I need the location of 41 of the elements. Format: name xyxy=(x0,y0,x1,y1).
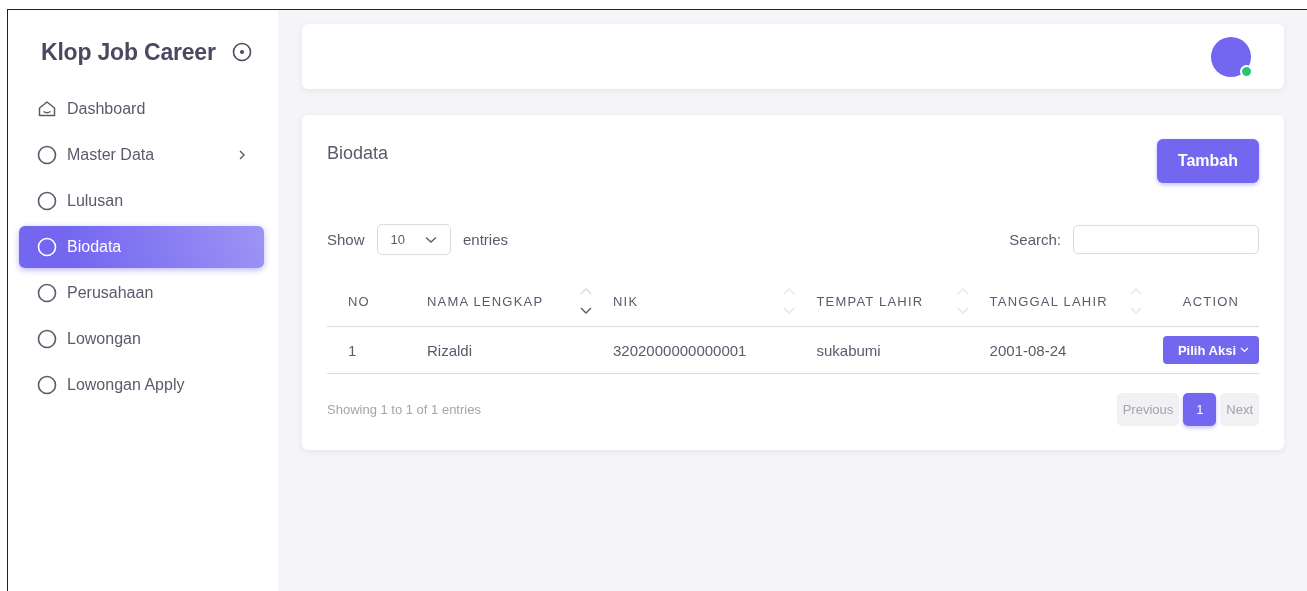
column-header[interactable]: TANGGAL LAHIR xyxy=(989,293,1108,309)
column-header[interactable]: NAMA LENGKAP xyxy=(427,293,544,309)
home-icon xyxy=(37,99,57,119)
chevron-down-icon xyxy=(425,235,437,244)
sidebar-item[interactable]: Lowongan Apply xyxy=(19,364,264,406)
avatar-icon[interactable] xyxy=(1211,36,1251,77)
column-header[interactable]: TEMPAT LAHIR xyxy=(816,293,924,309)
card-title: Biodata xyxy=(327,143,389,164)
circle-icon xyxy=(37,375,57,395)
table-cell: Rizaldi xyxy=(427,341,472,359)
circle-icon xyxy=(37,145,57,165)
search-field[interactable] xyxy=(1073,225,1259,254)
table-cell: 1 xyxy=(348,341,357,359)
column-header[interactable]: NIK xyxy=(613,293,639,309)
page-size-select[interactable]: 10 xyxy=(376,224,451,255)
add-button[interactable]: Tambah xyxy=(1156,139,1259,183)
target-icon[interactable] xyxy=(232,42,252,62)
entries-label: entries xyxy=(463,231,509,248)
table-cell: 3202000000000001 xyxy=(613,341,747,359)
sidebar-item[interactable]: Lulusan xyxy=(19,180,264,222)
circle-icon xyxy=(37,283,57,303)
column-header[interactable]: ACTION xyxy=(1182,293,1240,309)
sort-icon[interactable] xyxy=(580,287,592,315)
sidebar-item[interactable]: Dashboard xyxy=(19,88,264,130)
brand-title: Klop Job Career xyxy=(41,38,216,66)
sidebar-item[interactable]: Lowongan xyxy=(19,318,264,360)
pagination-button[interactable]: 1 xyxy=(1183,393,1217,426)
table-cell: sukabumi xyxy=(816,341,881,359)
show-label: Show xyxy=(327,231,365,248)
circle-icon xyxy=(37,329,57,349)
column-header[interactable]: NO xyxy=(348,293,370,309)
circle-icon xyxy=(37,191,57,211)
action-dropdown-button[interactable]: Pilih Aksi xyxy=(1162,336,1259,364)
sidebar-item[interactable]: Perusahaan xyxy=(19,272,264,314)
caret-icon xyxy=(1240,347,1249,353)
sidebar-item[interactable]: Master Data xyxy=(19,134,264,176)
search-label: Search: xyxy=(1009,231,1061,248)
circle-icon xyxy=(37,237,57,257)
sidebar-item[interactable]: Biodata xyxy=(19,226,264,268)
table-cell: 2001-08-24 xyxy=(989,341,1067,359)
table-info: Showing 1 to 1 of 1 entries xyxy=(327,402,481,417)
